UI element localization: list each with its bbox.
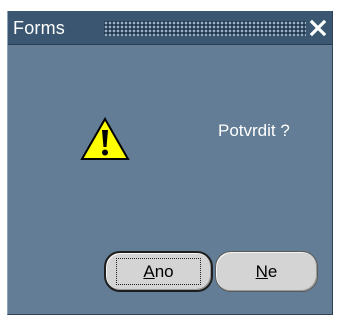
yes-button-text: no [154, 261, 174, 281]
confirm-dialog: Forms Potvrdit ? Ano Ne [7, 11, 333, 315]
dialog-message: Potvrdit ? [218, 121, 290, 140]
no-button-mnemonic: N [255, 261, 268, 281]
close-icon[interactable] [307, 17, 329, 39]
drag-grip[interactable] [104, 21, 306, 36]
warning-icon [80, 116, 130, 162]
yes-button[interactable]: Ano [104, 251, 213, 292]
yes-button-label: Ano [143, 262, 173, 282]
no-button[interactable]: Ne [215, 251, 318, 292]
title-bar[interactable]: Forms [8, 11, 332, 45]
yes-button-mnemonic: A [143, 261, 155, 281]
window-title: Forms [13, 18, 65, 38]
no-button-text: e [267, 261, 278, 281]
no-button-label: Ne [256, 262, 278, 282]
